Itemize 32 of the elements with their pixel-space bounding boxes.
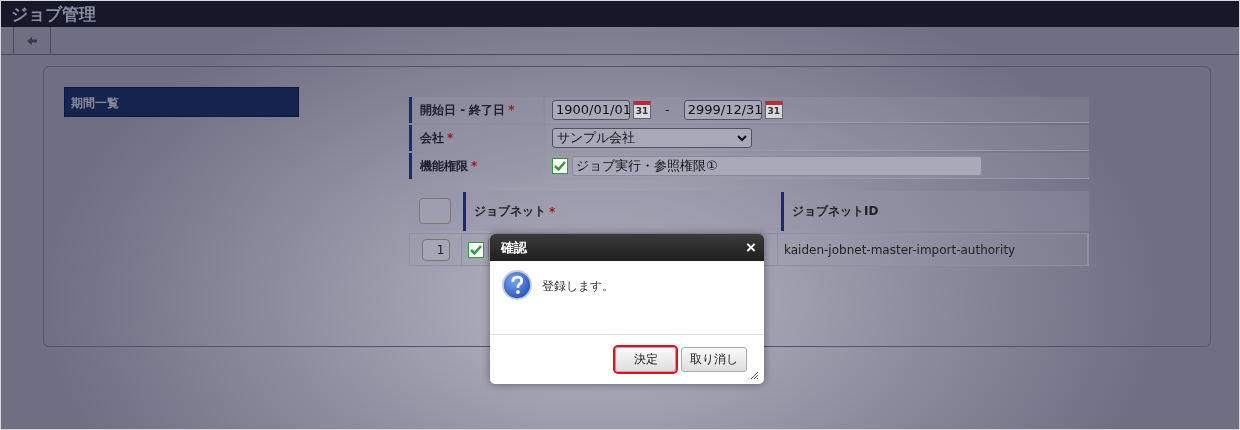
- company-dropdown[interactable]: サンプル会社: [552, 127, 752, 148]
- back-arrow-icon: [26, 35, 38, 46]
- back-button[interactable]: [13, 27, 51, 54]
- dialog-button[interactable]: 決定: [615, 347, 676, 372]
- date-field[interactable]: 2999/12/31: [683, 99, 762, 120]
- dialog-title: 確認: [501, 238, 527, 257]
- dialog-button[interactable]: 取り消し: [681, 347, 747, 372]
- sidebar-item[interactable]: 期間一覧: [64, 87, 299, 117]
- required-mark: *: [447, 130, 454, 145]
- field-label: 会社 *: [420, 129, 454, 147]
- checkbox[interactable]: [468, 241, 484, 258]
- page-title: ジョブ管理: [11, 2, 96, 26]
- required-mark: *: [508, 102, 515, 117]
- calendar-icon[interactable]: 31: [764, 100, 783, 119]
- required-mark: *: [549, 204, 556, 219]
- range-separator: -: [665, 102, 670, 117]
- required-mark: *: [471, 158, 478, 173]
- question-icon: [502, 270, 532, 300]
- permission-field: ジョブ実行・参照権限①: [572, 155, 982, 176]
- close-button[interactable]: ×: [746, 239, 756, 256]
- column-header: ジョブネット: [474, 203, 546, 220]
- field-label: 開始日 - 終了日 *: [420, 101, 515, 119]
- field-label: 機能権限 *: [420, 157, 478, 175]
- resize-grip-icon: [749, 370, 759, 380]
- checkbox[interactable]: [552, 157, 568, 174]
- date-field[interactable]: 1900/01/01: [552, 99, 630, 120]
- chevron-down-icon: [737, 133, 747, 142]
- calendar-icon[interactable]: 31: [633, 100, 651, 119]
- table-cell: kaiden-jobnet-master-import-authority: [778, 234, 1088, 265]
- row-number: 1: [421, 238, 450, 261]
- dialog-message: 登録します。: [542, 278, 614, 295]
- column-header: ジョブネットID: [792, 203, 879, 220]
